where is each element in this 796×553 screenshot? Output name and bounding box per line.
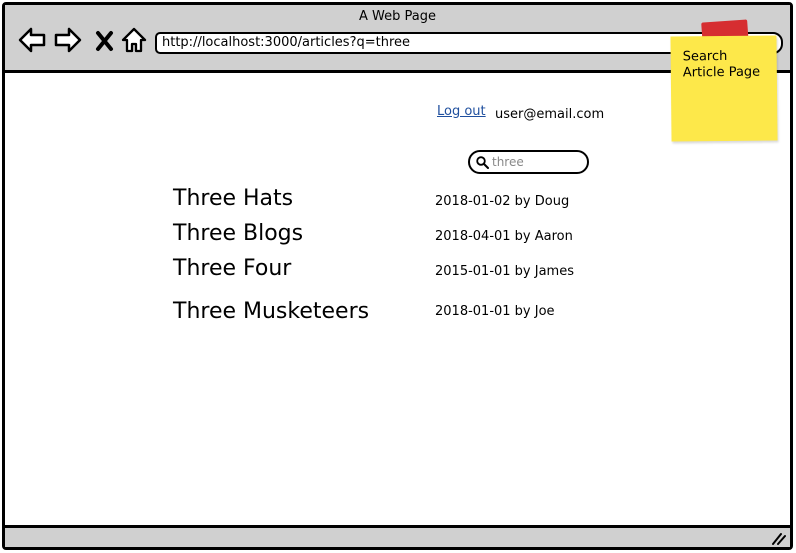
search-icon [476,156,489,169]
resize-grip-icon[interactable] [770,531,786,545]
result-meta: 2018-04-01 by Aaron [435,229,573,244]
window-title: A Web Page [359,9,436,24]
result-meta: 2018-01-02 by Doug [435,194,570,209]
logout-link[interactable]: Log out [437,104,486,119]
close-icon[interactable] [89,25,119,55]
search-field[interactable] [468,150,589,174]
search-input[interactable] [492,153,584,171]
sticky-note: Search Article Page [670,35,778,142]
sticky-note-text: Search Article Page [682,48,761,81]
home-icon[interactable] [119,25,149,55]
result-title[interactable]: Three Musketeers [173,299,369,324]
result-title[interactable]: Three Blogs [173,221,303,246]
forward-arrow-icon[interactable] [53,25,83,55]
result-title[interactable]: Three Four [173,256,291,281]
result-title[interactable]: Three Hats [173,186,293,211]
result-meta: 2015-01-01 by James [435,264,574,279]
browser-statusbar [5,525,790,547]
user-email: user@email.com [495,107,605,122]
back-arrow-icon[interactable] [17,25,47,55]
result-meta: 2018-01-01 by Joe [435,304,555,319]
